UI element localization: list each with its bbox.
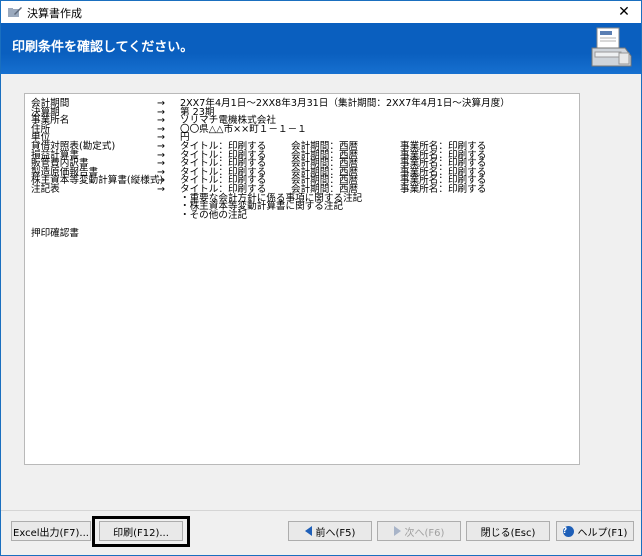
setting-value: 2XX7年4月1日〜2XX8年3月31日（集計期間：2XX7年4月1日〜決算月度… [180, 98, 510, 109]
close-icon[interactable]: ✕ [607, 1, 641, 23]
footer-divider [1, 510, 641, 511]
arrow-text: → [157, 183, 166, 195]
triangle-right-icon [393, 526, 401, 536]
setting-value: 〇〇県△△市××町１－１－１ [180, 123, 307, 135]
prev-label: 前へ(F5) [315, 527, 356, 539]
printer-icon [591, 27, 632, 67]
setting-label: 注記表 [31, 183, 60, 195]
title-bar: 決算書作成 ✕ [1, 1, 641, 23]
next-button[interactable]: 次へ(F6) [377, 521, 461, 541]
prev-button[interactable]: 前へ(F5) [288, 521, 372, 541]
setting-office: 事業所名：印刷する [400, 183, 487, 195]
folder-pen-icon [8, 7, 22, 17]
note-item: ・その他の注記 [180, 209, 248, 221]
triangle-left-icon [304, 526, 312, 536]
approval-label: 押印確認書 [31, 228, 79, 240]
window-title: 決算書作成 [27, 7, 82, 20]
excel-export-button[interactable]: Excel出力(F7)... [11, 521, 91, 541]
help-button[interactable]: ? ヘルプ(F1) [556, 521, 634, 541]
header-banner: 印刷条件を確認してください。 [1, 23, 641, 74]
next-label: 次へ(F6) [404, 527, 445, 539]
page-title: 印刷条件を確認してください。 [12, 40, 194, 55]
close-label: 閉じる(Esc) [480, 527, 536, 539]
excel-export-label: Excel出力(F7)... [13, 527, 89, 539]
help-label: ヘルプ(F1) [577, 527, 628, 539]
dialog-window: 決算書作成 ✕ 印刷条件を確認してください。 会計期間 → 2XX7年4月1日〜… [0, 0, 642, 556]
settings-panel: 会計期間 → 2XX7年4月1日〜2XX8年3月31日（集計期間：2XX7年4月… [24, 93, 580, 465]
print-button-highlight [92, 516, 190, 547]
question-circle-icon: ? [562, 525, 574, 537]
close-button[interactable]: 閉じる(Esc) [466, 521, 550, 541]
